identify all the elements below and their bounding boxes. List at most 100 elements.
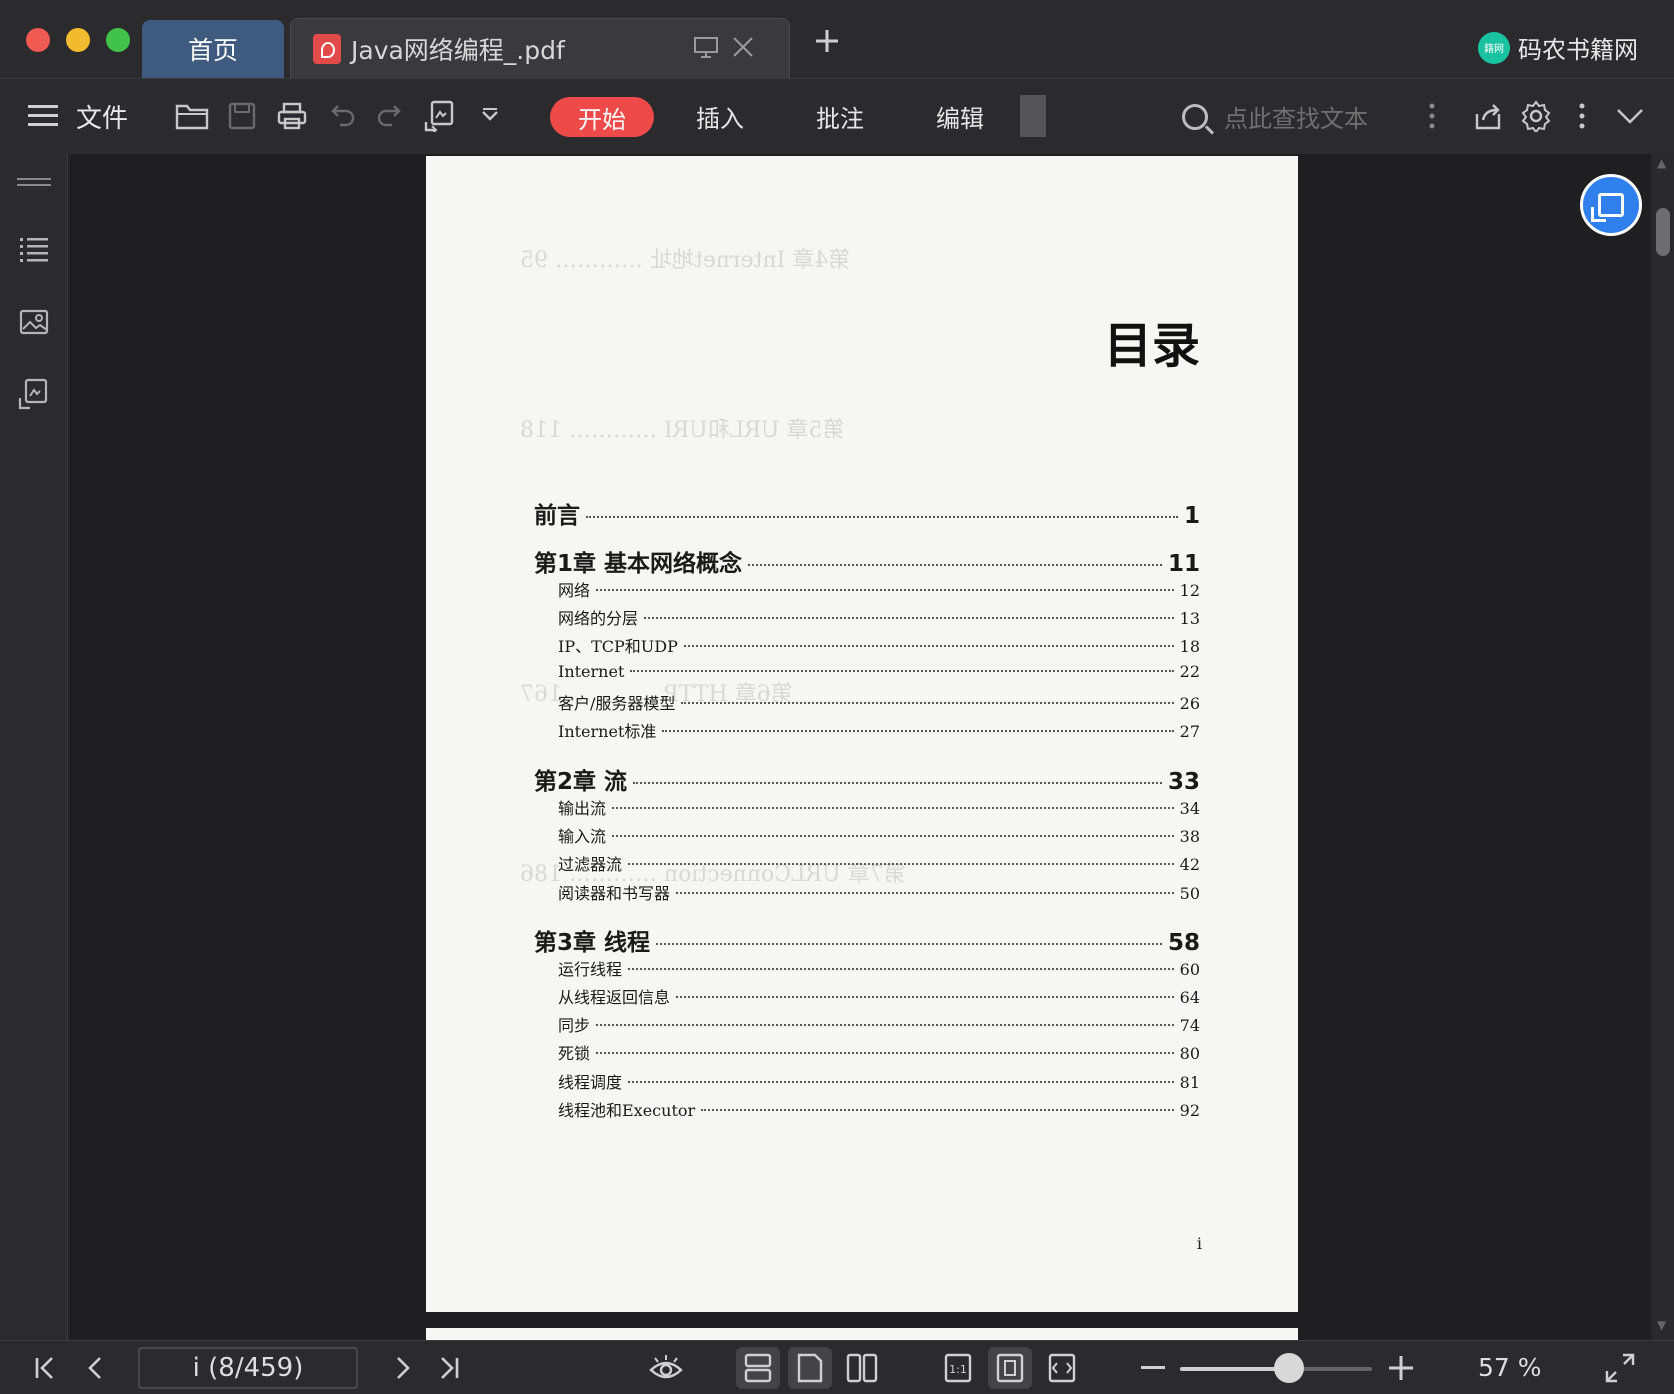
toc-chapter-entry[interactable]: 第2章 流 33 [534,762,1200,796]
scroll-thumb[interactable] [1656,208,1670,256]
toc-section-entry[interactable]: 线程池和Executor 92 [558,1097,1200,1121]
toc-chapter-entry[interactable]: 前言 1 [534,496,1200,530]
window-close-button[interactable] [26,28,50,52]
sidebar-export-icon[interactable] [14,374,54,414]
share-icon[interactable] [1468,95,1508,137]
settings-gear-icon[interactable] [1516,95,1556,137]
window-minimize-button[interactable] [66,28,90,52]
toc-entry-page: 12 [1179,581,1200,600]
zoom-slider-thumb[interactable] [1274,1353,1304,1383]
tab-insert[interactable]: 插入 [696,99,744,134]
toc-section-entry[interactable]: 输入流 38 [558,823,1200,847]
collapse-chevron-icon[interactable] [1610,95,1650,137]
toc-section-entry[interactable]: 运行线程 60 [558,956,1200,980]
toc-leader-dots [676,892,1174,894]
toc-leader-dots [628,968,1174,970]
tab-edit[interactable]: 编辑 [936,99,984,134]
sidebar-thumbnails-icon[interactable] [14,302,54,342]
search-placeholder: 点此查找文本 [1224,105,1368,133]
sidebar-outline-icon[interactable] [14,230,54,270]
toc-section-entry[interactable]: 死锁 80 [558,1040,1200,1064]
next-page-icon[interactable] [388,1349,418,1387]
toc-entry-label: IP、TCP和UDP [558,637,678,656]
tab-document[interactable]: Java网络编程_.pdf [290,18,790,78]
sidebar-collapse-icon[interactable] [14,162,54,202]
toc-chapter-entry[interactable]: 第3章 线程 58 [534,923,1200,957]
toc-entry-label: 前言 [534,503,580,529]
export-image-icon[interactable] [420,95,460,137]
zoom-in-icon[interactable] [1386,1349,1416,1387]
hamburger-menu-icon[interactable] [26,95,60,137]
toc-section-entry[interactable]: 网络的分层 13 [558,605,1200,629]
toc-leader-dots [683,645,1174,647]
toc-entry-page: 38 [1179,827,1200,846]
toc-leader-dots [662,730,1174,732]
redo-icon[interactable] [370,95,410,137]
print-icon[interactable] [272,95,312,137]
toc-section-entry[interactable]: Internet 22 [558,662,1200,681]
toc-section-entry[interactable]: 网络 12 [558,577,1200,601]
toc-section-entry[interactable]: 输出流 34 [558,795,1200,819]
toc-entry-label: Internet标准 [558,722,657,741]
tab-start[interactable]: 开始 [550,97,654,137]
floating-convert-button[interactable] [1580,174,1642,236]
undo-icon[interactable] [322,95,362,137]
toc-leader-dots [628,1081,1174,1083]
new-tab-button[interactable] [814,28,840,55]
toc-entry-page: 58 [1167,930,1200,956]
single-page-view-button[interactable] [788,1347,832,1389]
fit-width-button[interactable] [1040,1347,1084,1389]
actual-size-button[interactable]: 1:1 [936,1347,980,1389]
scroll-down-arrow[interactable]: ▼ [1657,1318,1666,1332]
presentation-icon[interactable] [693,35,719,65]
brand-logo-icon: 籍网 [1478,31,1510,64]
fit-page-button[interactable] [988,1347,1032,1389]
file-menu-button[interactable]: 文件 [76,95,128,137]
toc-section-entry[interactable]: 客户/服务器模型 26 [558,690,1200,714]
toc-leader-dots [701,1109,1174,1111]
toc-section-entry[interactable]: 同步 74 [558,1012,1200,1036]
zoom-out-icon[interactable] [1138,1349,1168,1387]
toc-section-entry[interactable]: 阅读器和书写器 50 [558,880,1200,904]
zoom-slider[interactable] [1180,1353,1372,1383]
tab-annotate[interactable]: 批注 [816,99,864,134]
more-dots-icon[interactable] [1420,95,1444,137]
toc-entry-label: 网络的分层 [558,609,639,628]
search-box[interactable]: 点此查找文本 [1182,99,1368,134]
previous-page-icon[interactable] [80,1349,110,1387]
more-vertical-icon[interactable] [1570,95,1594,137]
pdf-file-icon [313,34,341,64]
first-page-icon[interactable] [30,1349,60,1387]
page-number-input[interactable]: i (8/459) [138,1347,358,1389]
toc-entry-label: 网络 [558,581,591,600]
toc-section-entry[interactable]: Internet标准 27 [558,718,1200,742]
chevron-down-icon[interactable] [470,95,510,137]
zoom-level-label: 57 % [1478,1353,1542,1382]
toc-entry-label: 从线程返回信息 [558,988,671,1007]
save-icon[interactable] [222,95,262,137]
fullscreen-icon[interactable] [1600,1349,1640,1387]
tab-home[interactable]: 首页 [142,20,284,78]
document-canvas[interactable]: 第4章 Internet地址 ………… 95 第5章 URL和URI ………… … [70,154,1650,1340]
left-sidebar [0,154,68,1340]
toc-section-entry[interactable]: IP、TCP和UDP 18 [558,633,1200,657]
toc-entry-label: 客户/服务器模型 [558,694,676,713]
two-page-view-button[interactable] [840,1347,884,1389]
vertical-scrollbar[interactable]: ▲ ▼ [1652,154,1674,1340]
pdf-page: 第4章 Internet地址 ………… 95 第5章 URL和URI ………… … [426,156,1298,1312]
close-tab-icon[interactable] [731,35,755,65]
last-page-icon[interactable] [434,1349,464,1387]
bleed-through-text: 第5章 URL和URI ………… 118 [520,418,845,443]
toc-chapter-entry[interactable]: 第1章 基本网络概念 11 [534,544,1200,578]
toc-section-entry[interactable]: 线程调度 81 [558,1069,1200,1093]
continuous-scroll-view-button[interactable] [736,1347,780,1389]
toc-section-entry[interactable]: 过滤器流 42 [558,851,1200,875]
toc-entry-label: 阅读器和书写器 [558,884,671,903]
tab-document-title: Java网络编程_.pdf [351,36,565,65]
window-zoom-button[interactable] [106,28,130,52]
toc-entry-label: 线程池和Executor [558,1101,696,1120]
scroll-up-arrow[interactable]: ▲ [1657,156,1666,170]
open-folder-icon[interactable] [172,95,212,137]
toc-section-entry[interactable]: 从线程返回信息 64 [558,984,1200,1008]
eye-protection-icon[interactable] [646,1349,686,1387]
